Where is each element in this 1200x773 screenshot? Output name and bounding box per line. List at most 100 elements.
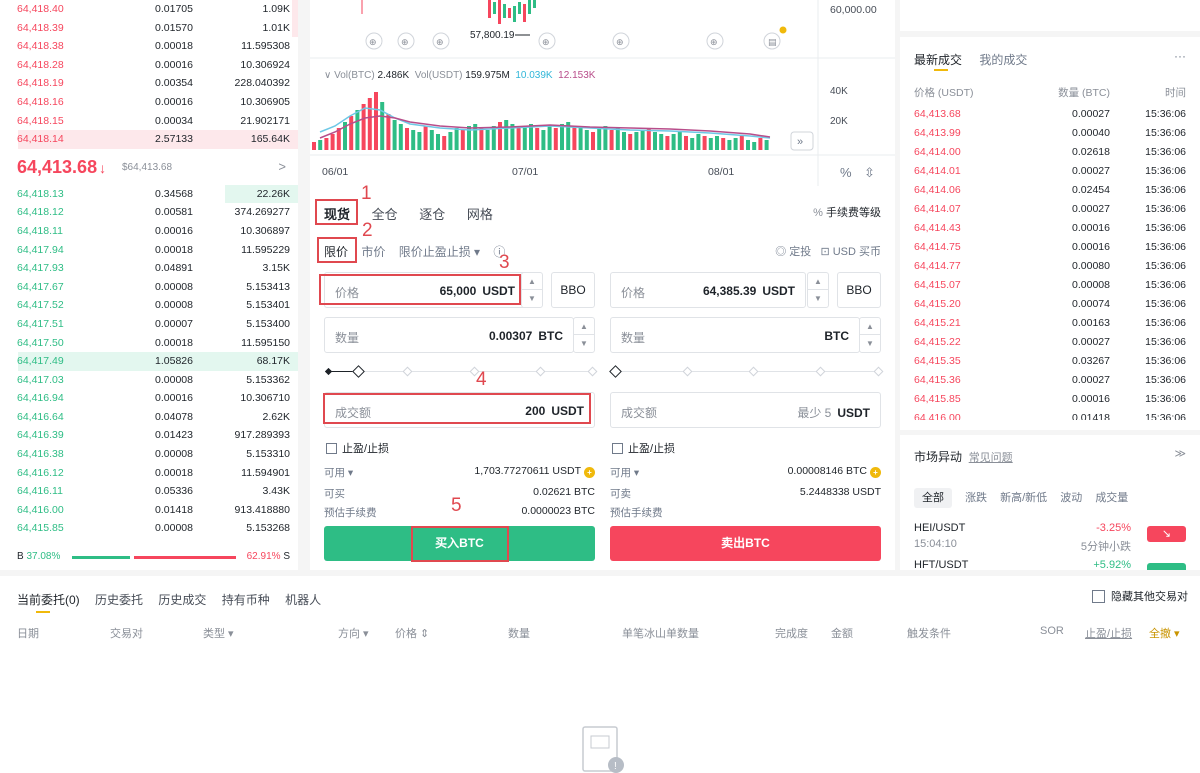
bid-row[interactable]: 64,417.49 1.05826 68.17K [0,352,298,371]
buy-price-stepper[interactable]: ▲ ▼ [521,272,543,308]
sell-percent-slider[interactable] [609,365,884,378]
bid-row[interactable]: 64,417.03 0.00008 5.153362 [0,371,298,390]
bid-qty: 0.00007 [155,317,193,330]
bid-row[interactable]: 64,417.52 0.00008 5.153401 [0,296,298,315]
col-side[interactable]: 方向 ▾ [338,625,369,641]
tab-market-trades[interactable]: 最新成交 [914,53,962,67]
buy-percent-slider[interactable] [324,365,598,378]
trade-qty: 0.00027 [1072,108,1110,120]
tab-cross[interactable]: 全仓 [372,207,398,222]
tab-volume[interactable]: 成交量 [1095,492,1128,504]
price-chart[interactable]: 60,000.00 57,800.19 ⊕ ⊕ ⊕ ⊕ ⊕ ⊕ ▤ 40K 20… [310,0,895,186]
buy-with-usd-link[interactable]: ⊡ USD 买币 [820,246,881,258]
trade-price: 64,413.99 [914,127,961,139]
tab-bots[interactable]: 机器人 [285,593,321,607]
volume-bar [367,98,372,150]
sell-tpsl-checkbox[interactable]: 止盈/止损 [612,440,675,456]
tab-open-orders[interactable]: 当前委托(0) [17,593,80,607]
hide-other-pairs-checkbox[interactable]: 隐藏其他交易对 [1092,588,1188,604]
tab-my-trades[interactable]: 我的成交 [979,53,1027,67]
trade-row: 64,415.36 0.00027 15:36:06 [914,374,1186,393]
trade-time: 15:36:06 [1145,222,1186,234]
buy-available: 可用 ▾ 1,703.77270611 USDT + [324,465,595,480]
tab-volatility[interactable]: 波动 [1060,492,1082,504]
volume-bar [392,120,397,150]
tab-grid[interactable]: 网格 [467,207,493,222]
more-icon[interactable]: ··· [1174,49,1186,63]
bid-row[interactable]: 64,417.50 0.00018 11.595150 [0,334,298,353]
volume-bar [553,128,558,150]
add-funds-icon[interactable]: + [584,467,595,478]
tab-order-history[interactable]: 历史委托 [95,593,143,607]
buy-tpsl-checkbox[interactable]: 止盈/止损 [326,440,389,456]
bid-row[interactable]: 64,416.39 0.01423 917.289393 [0,426,298,445]
volume-bar [516,128,521,150]
buy-qty-field[interactable]: 数量 0.00307 BTC [324,317,574,353]
ask-row[interactable]: 64,418.16 0.00016 10.306905 [0,93,298,112]
x-axis-label: 07/01 [512,166,538,178]
sell-price-field[interactable]: 价格 64,385.39 USDT [610,272,806,308]
bid-row[interactable]: 64,417.67 0.00008 5.153413 [0,278,298,297]
bid-row[interactable]: 64,416.12 0.00018 11.594901 [0,464,298,483]
ask-row[interactable]: 64,418.14 2.57133 165.64K [0,130,298,149]
bid-row[interactable]: 64,416.38 0.00008 5.153310 [0,445,298,464]
ask-row[interactable]: 64,418.39 0.01570 1.01K [0,18,298,38]
tab-new-high-low[interactable]: 新高/新低 [1000,492,1047,504]
ask-qty: 0.01570 [155,21,193,34]
tab-stop-limit[interactable]: 限价止盈止损 ▾ [399,245,480,259]
sell-qty-stepper[interactable]: ▲ ▼ [859,317,881,353]
tab-all[interactable]: 全部 [914,488,952,508]
tab-isolated[interactable]: 逐仓 [419,207,445,222]
double-chevron-icon[interactable]: » [797,136,803,148]
kline-svg[interactable]: 60,000.00 57,800.19 ⊕ ⊕ ⊕ ⊕ ⊕ ⊕ ▤ 40K 20… [310,0,895,186]
trade-time: 15:36:06 [1145,355,1186,367]
chevron-right-icon[interactable]: > [278,159,286,174]
ask-row[interactable]: 64,418.38 0.00018 11.595308 [0,37,298,56]
tab-market[interactable]: 市价 [361,245,385,259]
tab-holdings[interactable]: 持有币种 [222,593,270,607]
bid-row[interactable]: 64,415.85 0.00008 5.153268 [0,519,298,538]
tab-trade-history[interactable]: 历史成交 [158,593,206,607]
bid-row[interactable]: 64,418.13 0.34568 22.26K [0,184,298,204]
fee-level-link[interactable]: % 手续费等级 [813,204,881,220]
trade-qty: 0.00016 [1072,393,1110,405]
ask-row[interactable]: 64,418.15 0.00034 21.902171 [0,112,298,131]
collapse-icon[interactable]: ≫ [1174,447,1186,460]
fit-icon[interactable]: ⇳ [864,166,875,181]
col-type[interactable]: 类型 ▾ [203,625,234,641]
volume-bar [529,124,533,150]
ask-row[interactable]: 64,418.40 0.01705 1.09K [0,0,298,19]
bid-row[interactable]: 64,418.11 0.00016 10.306897 [0,222,298,241]
event-markers[interactable]: ⊕ ⊕ ⊕ ⊕ ⊕ ⊕ ▤ [365,26,787,50]
bid-qty: 0.01418 [155,503,193,516]
sell-price-stepper[interactable]: ▲ ▼ [807,272,829,308]
bid-row[interactable]: 64,416.64 0.04078 2.62K [0,408,298,427]
ask-row[interactable]: 64,418.28 0.00016 10.306924 [0,56,298,75]
bid-row[interactable]: 64,416.00 0.01418 913.418880 [0,501,298,520]
bid-row[interactable]: 64,417.94 0.00018 11.595229 [0,241,298,260]
bid-row[interactable]: 64,417.51 0.00007 5.153400 [0,315,298,334]
buy-qty-stepper[interactable]: ▲ ▼ [573,317,595,353]
collapse-chevron-icon[interactable]: ∨ [324,70,331,81]
faq-link[interactable]: 常见问题 [969,452,1013,464]
add-funds-icon[interactable]: + [870,467,881,478]
sell-bbo-button[interactable]: BBO [837,272,881,308]
bid-row[interactable]: 64,417.93 0.04891 3.15K [0,259,298,278]
mover-item[interactable]: HFT/USDT +5.92% [914,559,1186,570]
bid-row[interactable]: 64,416.94 0.00016 10.306710 [0,389,298,408]
tab-change[interactable]: 涨跌 [965,492,987,504]
bid-row[interactable]: 64,418.12 0.00581 374.269277 [0,203,298,222]
ask-row[interactable]: 64,418.19 0.00354 228.040392 [0,74,298,93]
sell-amount-field[interactable]: 成交额 最少 5 USDT [610,392,881,428]
col-price[interactable]: 价格 ⇕ [395,625,429,641]
recurring-buy-link[interactable]: ◎ 定投 [775,246,811,258]
cancel-all-button[interactable]: 全撤 ▾ [1149,625,1180,641]
buy-bbo-button[interactable]: BBO [551,272,595,308]
globe-icon: ⊕ [436,38,444,48]
sell-qty-field[interactable]: 数量 BTC [610,317,860,353]
percent-scale-button[interactable]: % [840,165,852,180]
sell-button[interactable]: 卖出BTC [610,526,881,561]
mover-item[interactable]: HEI/USDT 15:04:10 -3.25% 5分钟小跌 ↘ [914,522,1186,556]
bid-price: 64,416.00 [17,503,64,516]
bid-row[interactable]: 64,416.11 0.05336 3.43K [0,482,298,501]
